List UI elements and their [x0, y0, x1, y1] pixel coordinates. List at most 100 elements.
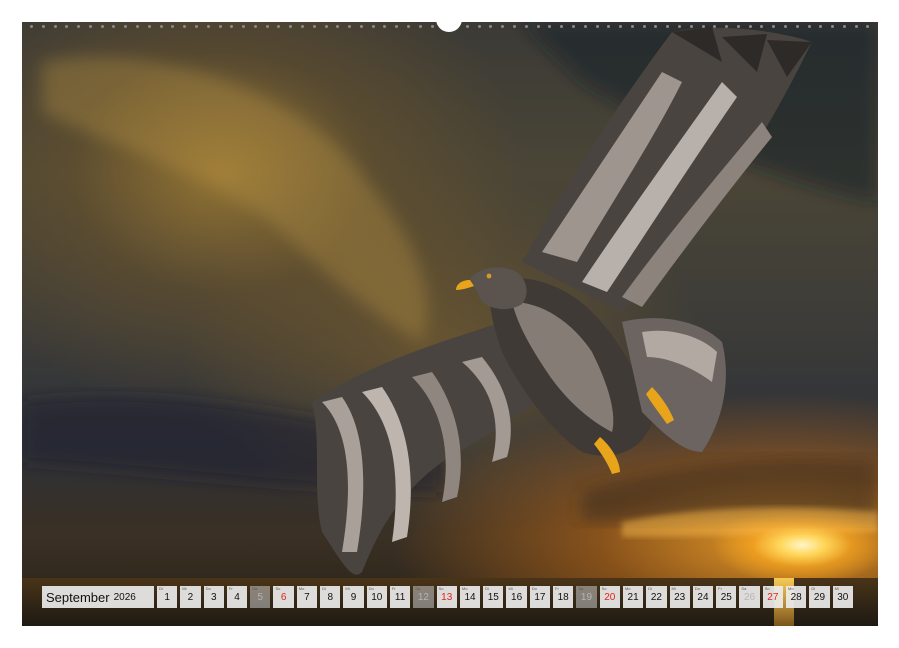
- binding-hole: [854, 24, 858, 28]
- weekday-label: Sa: [578, 586, 584, 591]
- day-cell: Mi 23: [669, 586, 690, 608]
- weekday-label: Do: [694, 586, 700, 591]
- weekday-label: Sa: [741, 586, 747, 591]
- binding-hole: [136, 24, 140, 28]
- day-cell: Fr 18: [553, 586, 574, 608]
- weekday-label: Mi: [671, 586, 676, 591]
- binding-hole: [30, 24, 33, 28]
- day-number: 19: [580, 592, 593, 603]
- binding-hole: [171, 24, 175, 28]
- binding-hole: [725, 24, 729, 28]
- binding-hole: [147, 24, 151, 28]
- day-cell: So 6: [273, 586, 294, 608]
- binding-hole: [619, 24, 623, 28]
- binding-hole: [489, 24, 493, 28]
- day-number: 23: [674, 592, 686, 603]
- binding-hole: [701, 24, 705, 28]
- binding-hole: [395, 24, 399, 28]
- weekday-label: Di: [159, 586, 163, 591]
- binding-hole: [501, 24, 505, 28]
- day-cell: Do 3: [203, 586, 224, 608]
- day-cell: Mi 9: [343, 586, 364, 608]
- binding-hole: [842, 24, 846, 28]
- binding-hole: [524, 24, 528, 28]
- day-number: 28: [790, 592, 802, 603]
- day-number: 11: [394, 592, 406, 603]
- binding-hole: [277, 24, 281, 28]
- day-cell: Mi 2: [180, 586, 201, 608]
- weekday-label: Di: [485, 586, 489, 591]
- day-number: 21: [627, 592, 639, 603]
- binding-hole: [548, 24, 552, 28]
- binding-hole: [595, 24, 599, 28]
- day-cell: So 13: [436, 586, 457, 608]
- binding-hole: [430, 24, 434, 28]
- eagle-illustration: [312, 27, 812, 575]
- eagle-head: [456, 267, 527, 310]
- day-number: 29: [813, 592, 826, 603]
- weekday-label: Fr: [555, 586, 559, 591]
- binding-hole: [689, 24, 693, 28]
- binding-hole: [795, 24, 799, 28]
- weekday-label: Mo: [788, 586, 794, 591]
- binding-hole: [88, 24, 92, 28]
- day-number: 17: [534, 592, 546, 603]
- day-number: 24: [697, 592, 709, 603]
- day-number: 18: [557, 592, 569, 603]
- binding-hole: [866, 24, 870, 28]
- binding-hole: [807, 24, 811, 28]
- day-number: 2: [187, 592, 194, 603]
- day-cell: Mo 21: [622, 586, 644, 608]
- day-number: 6: [280, 592, 287, 603]
- binding-hole: [242, 24, 246, 28]
- weekday-label: Mi: [834, 586, 839, 591]
- binding-hole: [53, 24, 57, 28]
- day-cell: Do 17: [529, 586, 551, 608]
- month-year: 2026: [113, 591, 136, 603]
- day-number: 20: [604, 592, 616, 603]
- day-cell: Mi 16: [506, 586, 527, 608]
- day-number: 1: [164, 592, 170, 603]
- weekday-label: Di: [322, 586, 326, 591]
- binding-hole: [418, 24, 422, 28]
- weekday-label: So: [275, 586, 281, 591]
- binding-hole: [560, 24, 564, 28]
- day-number: 27: [767, 592, 779, 603]
- binding-hole: [383, 24, 387, 28]
- day-cell: Sa 26: [739, 586, 760, 608]
- weekday-label: Mi: [345, 586, 350, 591]
- day-cell: Fr 25: [716, 586, 737, 608]
- binding-hole: [654, 24, 658, 28]
- weekday-label: Fr: [228, 586, 233, 591]
- day-cell: Do 10: [366, 586, 387, 608]
- binding-hole: [253, 24, 257, 28]
- day-cell: Di 22: [646, 586, 667, 608]
- binding-hole: [218, 24, 222, 28]
- weekday-label: Mo: [624, 586, 631, 591]
- month-name: September: [46, 589, 110, 605]
- day-number: 14: [464, 592, 476, 603]
- month-label-box: September 2026: [42, 586, 154, 608]
- day-cell: Fr 11: [389, 586, 411, 608]
- day-cell: Di 1: [157, 586, 178, 608]
- day-number: 13: [441, 592, 453, 603]
- day-number: 4: [234, 592, 240, 603]
- day-cell: Do 24: [692, 586, 714, 608]
- binding-hole: [124, 24, 128, 28]
- binding-hole: [100, 24, 104, 28]
- day-number: 3: [210, 592, 217, 603]
- binding-hole: [571, 24, 575, 28]
- binding-hole: [407, 24, 410, 28]
- month-calendar-strip: September 2026 Di 1 Mi 2 Do 3 Fr 4 Sa 5 So 6 Mo 7 Di 8 M…: [42, 586, 853, 608]
- day-cell: Mo 14: [459, 586, 481, 608]
- binding-hole: [312, 24, 316, 28]
- eagle-right-wing: [522, 27, 812, 313]
- binding-hole: [206, 24, 210, 28]
- day-number: 16: [511, 592, 523, 603]
- weekday-label: Di: [648, 586, 653, 591]
- weekday-label: Mo: [298, 586, 305, 591]
- weekday-label: Mo: [461, 586, 468, 591]
- day-number: 22: [650, 592, 662, 603]
- weekday-label: Sa: [252, 586, 258, 591]
- binding-hole: [477, 24, 481, 28]
